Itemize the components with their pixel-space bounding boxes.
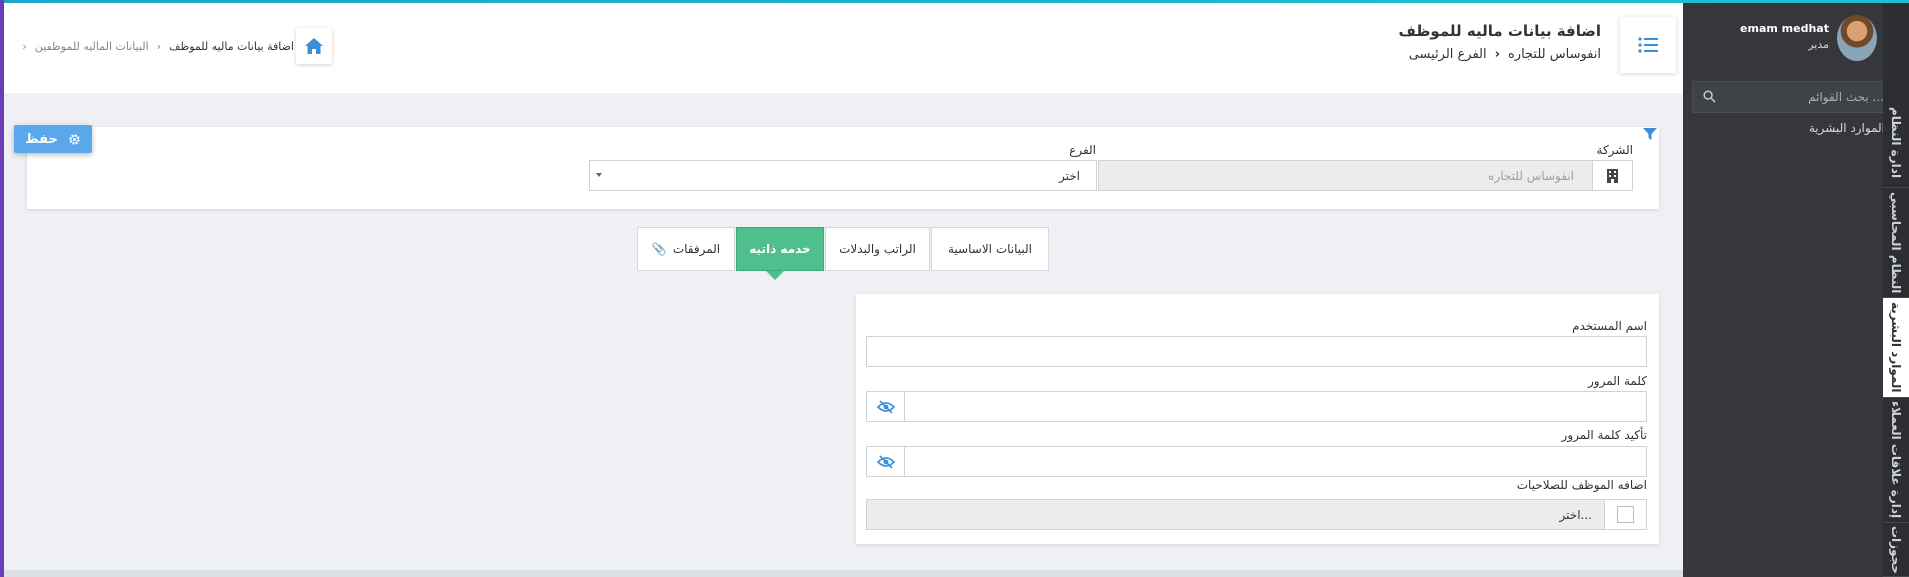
vtab-system-admin[interactable]: ادارة النظام <box>1883 98 1909 188</box>
tab-salary-allowances[interactable]: الراتب والبدلات <box>825 227 930 271</box>
page-bottom-bar <box>4 570 1683 577</box>
menu-item-label: الموارد البشرية <box>1808 121 1885 135</box>
username-label: اسم المستخدم <box>1572 319 1647 333</box>
menu-item-hr[interactable]: الموارد البشرية <box>1691 121 1901 135</box>
vtab-reservations[interactable]: حجوزات <box>1883 523 1909 577</box>
permissions-select[interactable]: اختر... <box>866 499 1605 530</box>
tab-label: الراتب والبدلات <box>839 242 916 256</box>
branch-label: الفرع <box>1069 143 1096 157</box>
vertical-module-tabs: ادارة النظام النظام المحاسبي الموارد الب… <box>1883 3 1909 577</box>
tab-label: خدمه ذاتيه <box>749 242 811 256</box>
vtab-accounting[interactable]: النظام المحاسبي <box>1883 188 1909 298</box>
user-name: emam medhat <box>1740 22 1829 35</box>
paperclip-icon: 📎 <box>651 242 667 256</box>
tab-label: المرفقات <box>672 242 721 256</box>
list-icon <box>1638 37 1658 53</box>
chevron-left-icon: ‹ <box>22 40 27 53</box>
home-button[interactable] <box>296 28 332 64</box>
tab-label: البيانات الاساسية <box>948 242 1032 256</box>
search-icon <box>1703 90 1716 103</box>
home-icon <box>305 38 323 54</box>
save-label: حفظ <box>25 131 58 147</box>
password-input[interactable] <box>904 391 1647 422</box>
user-profile[interactable]: emam medhat مدير <box>1683 13 1883 73</box>
save-button[interactable]: حفظ <box>14 125 92 153</box>
toggle-confirm-password-visibility[interactable] <box>866 446 905 477</box>
tab-basic-data[interactable]: البيانات الاساسية <box>931 227 1049 271</box>
branch-select[interactable]: اختر <box>589 160 1097 191</box>
filter-icon[interactable] <box>1643 128 1657 140</box>
user-role: مدير <box>1808 38 1829 51</box>
vtab-human-resources[interactable]: الموارد البشرية <box>1883 298 1909 398</box>
header-company[interactable]: انفوساس للتجاره <box>1508 47 1601 62</box>
building-icon <box>1592 161 1632 190</box>
gear-icon <box>69 133 80 145</box>
company-label: الشركة <box>1596 143 1633 157</box>
menu-toggle-button[interactable] <box>1620 17 1676 73</box>
sidebar: emam medhat مدير بحث القوائم ... الموارد… <box>1683 3 1909 577</box>
menu-search-input[interactable]: بحث القوائم ... <box>1692 81 1897 113</box>
branch-value: اختر <box>1059 169 1080 183</box>
eye-slash-icon <box>876 399 895 414</box>
search-placeholder: بحث القوائم ... <box>1808 90 1884 104</box>
permissions-checkbox[interactable] <box>1604 499 1647 530</box>
avatar[interactable] <box>1837 15 1877 61</box>
toggle-password-visibility[interactable] <box>866 391 905 422</box>
vtab-crm[interactable]: إدارة علاقات العملاء <box>1883 398 1909 523</box>
eye-slash-icon <box>876 454 895 469</box>
company-value: انفوساس للتجاره <box>1488 169 1574 183</box>
active-tab-pointer <box>766 271 784 280</box>
breadcrumb-parent[interactable]: البيانات الماليه للموظفين <box>35 40 149 53</box>
tab-self-service[interactable]: خدمه ذاتيه <box>736 227 824 271</box>
page-title: اضافة بيانات ماليه للموظف <box>1398 22 1601 40</box>
caret-down-icon <box>596 173 602 177</box>
password-label: كلمة المرور <box>1587 374 1647 388</box>
username-input[interactable] <box>866 336 1647 367</box>
company-branch-crumb: انفوساس للتجاره ‹ الفرع الرئيسى <box>1409 47 1601 62</box>
header-branch[interactable]: الفرع الرئيسى <box>1409 47 1487 62</box>
breadcrumb: اضافة بيانات ماليه للموظف ‹ البيانات الم… <box>22 40 294 53</box>
page-header: اضافة بيانات ماليه للموظف انفوساس للتجار… <box>4 3 1683 93</box>
chevron-left-icon: ‹ <box>156 40 162 53</box>
password-confirm-input[interactable] <box>904 446 1647 477</box>
breadcrumb-current: اضافة بيانات ماليه للموظف <box>169 40 294 53</box>
password-confirm-label: تأكيد كلمة المرور <box>1561 428 1647 442</box>
tab-attachments[interactable]: 📎 المرفقات <box>637 227 735 271</box>
permissions-value: اختر... <box>1559 508 1592 522</box>
permissions-label: اضافه الموظف للصلاحيات <box>1516 478 1647 492</box>
checkbox-box <box>1617 506 1634 523</box>
company-field: انفوساس للتجاره <box>1098 160 1633 191</box>
chevron-left-icon: ‹ <box>1494 47 1500 62</box>
